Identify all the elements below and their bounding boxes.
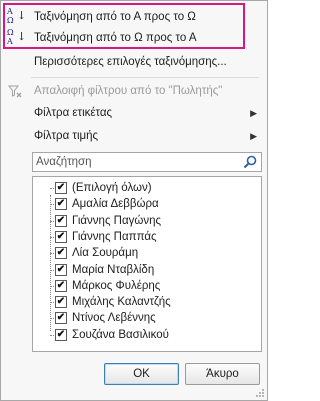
submenu-arrow-icon: ▶ bbox=[250, 130, 257, 141]
value-filters-label: Φίλτρα τιμής bbox=[34, 130, 99, 142]
submenu-arrow-icon: ▶ bbox=[250, 107, 257, 118]
sort-icon-bottom-letter: A bbox=[7, 37, 13, 46]
list-item-label: Αμαλία Δεββώρα bbox=[72, 198, 159, 211]
list-item-label: Μιχάλης Καλαντζής bbox=[72, 296, 171, 309]
checkbox[interactable]: ✔ bbox=[55, 296, 67, 309]
checkbox[interactable]: ✔ bbox=[55, 312, 67, 325]
list-item-label: Σουζάνα Βασιλικού bbox=[72, 328, 169, 341]
clear-filter-label: Απαλοιφή φίλτρου από το "Πωλητής" bbox=[34, 85, 223, 97]
ok-button[interactable]: OK bbox=[104, 363, 179, 385]
list-item[interactable]: ✔ Ντίνος Λεβέννης bbox=[55, 310, 156, 326]
values-checklist[interactable]: ✔ (Επιλογή όλων) ✔ Αμαλία Δεββώρα ✔ Γιάννης Π… bbox=[32, 176, 262, 352]
sort-icon-top-letter: Ω bbox=[7, 28, 14, 37]
clear-filter-icon bbox=[5, 81, 25, 101]
checkbox[interactable]: ✔ bbox=[55, 263, 67, 276]
list-item[interactable]: ✔ Σουζάνα Βασιλικού bbox=[55, 327, 169, 343]
checkbox[interactable]: ✔ bbox=[55, 214, 67, 227]
sort-icon-top-letter: A bbox=[7, 7, 13, 16]
checkbox[interactable]: ✔ bbox=[55, 230, 67, 243]
list-item[interactable]: ✔ Γιάννης Παγώνης bbox=[55, 213, 161, 229]
down-arrow-glyph: ↓ bbox=[17, 30, 27, 43]
list-item[interactable]: ✔ Αμαλία Δεββώρα bbox=[55, 196, 159, 212]
label-filters-item[interactable]: Φίλτρα ετικέτας ▶ bbox=[1, 102, 263, 124]
search-icon[interactable] bbox=[242, 154, 258, 170]
cancel-button[interactable]: Άκυρο bbox=[185, 363, 260, 385]
checkbox[interactable]: ✔ bbox=[55, 279, 67, 292]
list-item-label: Γιάννης Παγώνης bbox=[72, 214, 162, 227]
sort-descending-item[interactable]: Ω A ↓ Ταξινόμηση από το Ω προς το Α bbox=[1, 27, 263, 49]
sort-ascending-label: Ταξινόμηση από το Α προς το Ω bbox=[34, 11, 196, 23]
search-box[interactable]: Αναζήτηση bbox=[32, 152, 262, 172]
list-item[interactable]: ✔ (Επιλογή όλων) bbox=[55, 180, 152, 196]
down-arrow-glyph: ↓ bbox=[17, 9, 27, 22]
value-filters-item[interactable]: Φίλτρα τιμής ▶ bbox=[1, 125, 263, 147]
search-input[interactable]: Αναζήτηση bbox=[36, 156, 92, 168]
checkbox[interactable]: ✔ bbox=[55, 328, 67, 341]
more-sort-options-label: Περισσότερες επιλογές ταξινόμησης... bbox=[34, 56, 227, 68]
clear-filter-item: Απαλοιφή φίλτρου από το "Πωλητής" bbox=[1, 80, 263, 102]
menu-separator bbox=[31, 77, 259, 78]
resize-grip-icon[interactable] bbox=[255, 388, 265, 398]
sort-descending-icon: Ω A ↓ bbox=[5, 28, 27, 48]
list-item-label: Γιάννης Παππάς bbox=[72, 230, 157, 243]
sort-descending-label: Ταξινόμηση από το Ω προς το Α bbox=[34, 32, 197, 44]
sort-ascending-item[interactable]: A Ω ↓ Ταξινόμηση από το Α προς το Ω bbox=[1, 6, 263, 28]
list-item-label: Μαρία Νταβλίδη bbox=[72, 263, 155, 276]
list-item-label: Λία Σουράμη bbox=[72, 247, 139, 260]
list-item-label: Ντίνος Λεβέννης bbox=[72, 312, 156, 325]
checkbox[interactable]: ✔ bbox=[55, 247, 67, 260]
list-item-label: Μάρκος Φυλέρης bbox=[72, 279, 161, 292]
label-filters-label: Φίλτρα ετικέτας bbox=[34, 107, 113, 119]
list-item[interactable]: ✔ Μιχάλης Καλαντζής bbox=[55, 294, 171, 310]
sort-icon-bottom-letter: Ω bbox=[7, 16, 14, 25]
checkbox[interactable]: ✔ bbox=[55, 198, 67, 211]
filter-dropdown-menu: A Ω ↓ Ταξινόμηση από το Α προς το Ω Ω A … bbox=[0, 0, 268, 401]
more-sort-options-item[interactable]: Περισσότερες επιλογές ταξινόμησης... bbox=[1, 51, 263, 73]
checkbox[interactable]: ✔ bbox=[55, 182, 67, 194]
sort-ascending-icon: A Ω ↓ bbox=[5, 7, 27, 27]
list-item[interactable]: ✔ Γιάννης Παππάς bbox=[55, 229, 157, 245]
list-item[interactable]: ✔ Μάρκος Φυλέρης bbox=[55, 278, 160, 294]
tree-connector bbox=[50, 195, 51, 331]
list-item-label: (Επιλογή όλων) bbox=[72, 182, 152, 194]
list-item[interactable]: ✔ Λία Σουράμη bbox=[55, 245, 138, 261]
list-item[interactable]: ✔ Μαρία Νταβλίδη bbox=[55, 262, 154, 278]
